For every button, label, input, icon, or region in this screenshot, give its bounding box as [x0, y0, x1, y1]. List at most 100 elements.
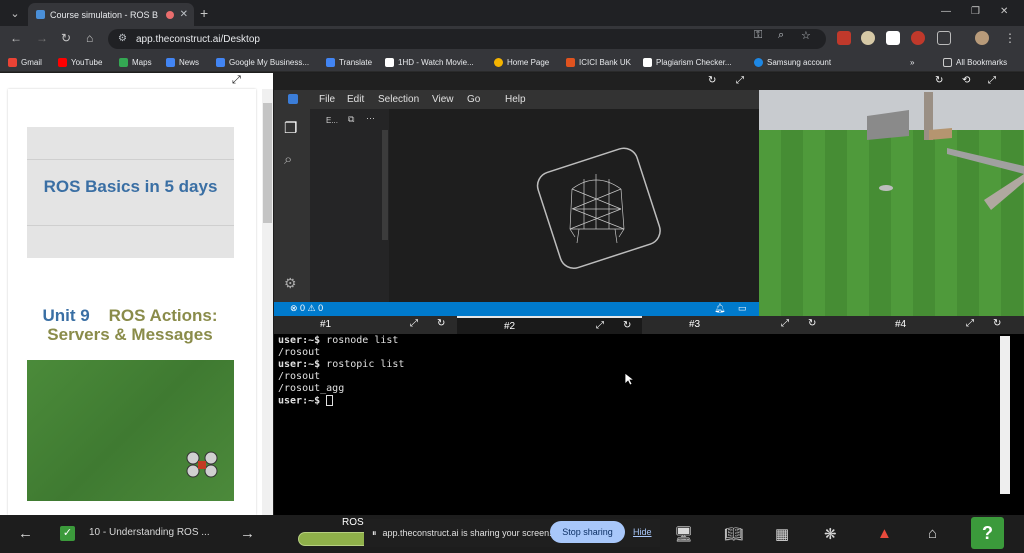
menu-selection[interactable]: Selection: [378, 94, 419, 105]
next-unit-icon[interactable]: →: [240, 525, 255, 542]
extensions-puzzle-icon[interactable]: [937, 31, 951, 45]
settings-gear-icon[interactable]: ⚙: [284, 275, 297, 292]
browser-menu-icon[interactable]: ⋮: [1004, 31, 1016, 45]
menu-go[interactable]: Go: [467, 94, 480, 105]
zoom-icon[interactable]: ⌕: [778, 29, 784, 42]
explorer-files-icon[interactable]: ❐: [284, 119, 297, 137]
browser-tab[interactable]: Course simulation - ROS B ✕: [28, 3, 194, 26]
layout-grid-icon[interactable]: ▦: [775, 525, 789, 543]
expand-gazebo-icon[interactable]: ⤢: [988, 75, 996, 86]
avatar[interactable]: [975, 31, 989, 45]
password-key-icon[interactable]: ⚿: [754, 29, 762, 42]
expand-icon[interactable]: ⤢: [232, 74, 241, 87]
extension-shield-icon[interactable]: [911, 31, 925, 45]
bookmark-google-my-business[interactable]: Google My Business...: [216, 55, 309, 69]
bookmark-label: Gmail: [21, 57, 42, 67]
bookmark-1hd[interactable]: 1HD - Watch Movie...: [385, 55, 474, 69]
bookmark-label: Plagiarism Checker...: [656, 57, 732, 67]
notifications-bell-icon[interactable]: 🔔︎: [714, 303, 725, 314]
youtube-icon: [58, 57, 67, 67]
recording-icon: [165, 10, 174, 19]
home-icon[interactable]: ⌂: [928, 525, 937, 542]
expand-terminal-icon[interactable]: ⤢: [966, 318, 974, 329]
close-tab-icon[interactable]: ✕: [180, 9, 188, 20]
course-title: ROS Basics in 5 days: [43, 177, 218, 196]
folder-icon: [943, 57, 952, 67]
reload-ide-icon[interactable]: ↻: [708, 75, 716, 86]
gazebo-simulation-view[interactable]: [759, 90, 1024, 316]
editor-area[interactable]: [389, 109, 759, 302]
ide-statusbar: ⊗ 0 ⚠ 0 🔔︎ ▭: [274, 302, 759, 316]
bookmark-maps[interactable]: Maps: [119, 55, 152, 69]
terminal-scrollbar[interactable]: [1000, 336, 1010, 494]
file-explorer: E... ⧉ ⋯: [310, 109, 386, 302]
bookmark-home-page[interactable]: Home Page: [494, 55, 549, 69]
bookmark-label: Maps: [132, 57, 152, 67]
unit-title: Unit 9 ROS Actions: Servers & Messages: [20, 306, 240, 344]
unit-nav-title[interactable]: 10 - Understanding ROS ...: [89, 527, 210, 538]
reload-gazebo-icon[interactable]: ↻: [935, 75, 943, 86]
menu-view[interactable]: View: [432, 94, 454, 105]
gmail-icon: [8, 57, 17, 67]
home-icon[interactable]: ⌂: [86, 31, 93, 45]
bookmark-label: Samsung account: [767, 57, 832, 67]
bookmark-label: Google My Business...: [229, 57, 310, 67]
close-icon[interactable]: ✕: [1000, 6, 1008, 17]
expand-ide-icon[interactable]: ⤢: [736, 75, 744, 86]
desktop-icon[interactable]: 🖥︎: [674, 525, 693, 543]
minimize-icon[interactable]: —: [941, 6, 951, 17]
problems-count[interactable]: ⊗ 0 ⚠ 0: [290, 303, 323, 314]
menu-file[interactable]: File: [319, 94, 335, 105]
explorer-scrollbar[interactable]: [382, 130, 388, 240]
bookmark-news[interactable]: News: [166, 55, 199, 69]
previous-unit-icon[interactable]: ←: [18, 525, 33, 542]
hide-link[interactable]: Hide: [633, 527, 652, 537]
notebook-scroll-thumb[interactable]: [263, 103, 272, 223]
ai-assistant-icon[interactable]: ❋: [824, 525, 837, 543]
bookmark-youtube[interactable]: YouTube: [58, 55, 102, 69]
terminal-tab-4[interactable]: #4 ⤢ ↻: [827, 316, 1024, 334]
all-bookmarks[interactable]: All Bookmarks: [943, 55, 1007, 69]
drone-image: [186, 451, 218, 478]
warning-icon[interactable]: ▲: [877, 525, 892, 542]
site-info-icon[interactable]: ⚙: [118, 33, 127, 44]
restore-icon[interactable]: ❐: [971, 6, 980, 17]
tab-search-icon[interactable]: ⌄: [6, 4, 24, 22]
expand-terminal-icon[interactable]: ⤢: [781, 318, 789, 329]
bookmark-gmail[interactable]: Gmail: [8, 55, 42, 69]
gazebo-window-bar: ↻ ⟲ ⤢: [759, 73, 1024, 90]
ide-watermark-logo: [536, 147, 661, 269]
more-bookmarks-icon[interactable]: »: [910, 55, 914, 69]
menu-help[interactable]: Help: [505, 94, 526, 105]
bookmark-icici[interactable]: ICICI Bank UK: [566, 55, 631, 69]
new-tab-button[interactable]: +: [200, 5, 208, 21]
bookmark-samsung[interactable]: Samsung account: [754, 55, 831, 69]
back-icon[interactable]: ←: [10, 31, 22, 45]
bookmark-star-icon[interactable]: ☆: [801, 29, 811, 42]
notebook-icon[interactable]: 📖︎: [724, 525, 743, 543]
terminal-line: /rosout_agg: [278, 383, 344, 395]
stop-sharing-button[interactable]: Stop sharing: [550, 521, 625, 543]
bookmark-translate[interactable]: Translate: [326, 55, 372, 69]
copy-icon[interactable]: ⧉: [348, 114, 354, 125]
layout-icon[interactable]: ▭: [738, 303, 747, 314]
extension-s-icon[interactable]: [886, 31, 900, 45]
reload-terminal-icon[interactable]: ↻: [993, 318, 1001, 329]
home-page-icon: [494, 57, 503, 67]
more-actions-icon[interactable]: ⋯: [366, 113, 375, 124]
search-icon[interactable]: ⌕: [284, 151, 292, 168]
terminal[interactable]: user:~$ rosnode list /rosout user:~$ ros…: [274, 334, 1024, 515]
terminal-prompt: user:~$: [278, 335, 321, 346]
extension-badge-icon[interactable]: [837, 31, 851, 45]
forward-icon[interactable]: →: [36, 31, 48, 45]
menu-edit[interactable]: Edit: [347, 94, 364, 105]
completed-check-icon: ✓: [60, 526, 75, 541]
help-button[interactable]: ?: [971, 517, 1004, 549]
extension-face-icon[interactable]: [861, 31, 875, 45]
url-text: app.theconstruct.ai/Desktop: [136, 33, 260, 45]
address-bar[interactable]: ⚙ app.theconstruct.ai/Desktop: [108, 29, 826, 49]
reset-simulation-icon[interactable]: ⟲: [962, 75, 970, 86]
bookmark-plagiarism-checker[interactable]: Plagiarism Checker...: [643, 55, 732, 69]
terminal-tab-3[interactable]: #3 ⤢ ↻: [642, 316, 827, 334]
reload-icon[interactable]: ↻: [61, 31, 71, 45]
